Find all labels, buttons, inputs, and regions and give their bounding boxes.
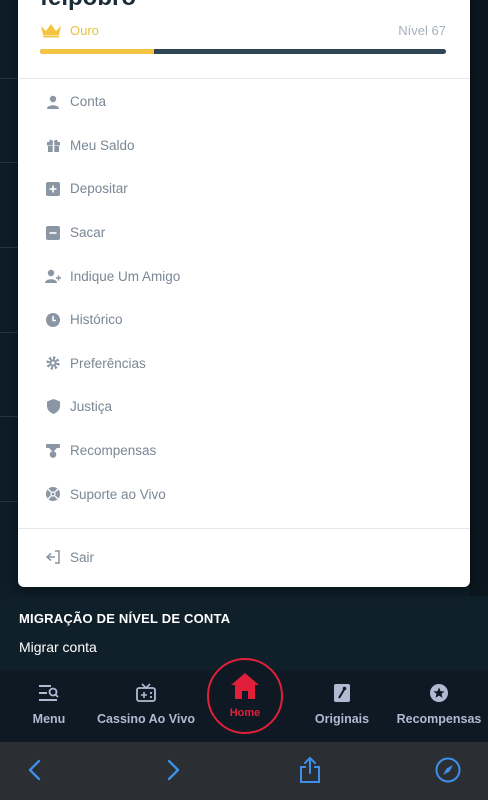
tab-menu[interactable]: Menu (28, 670, 70, 742)
menu-item-justica[interactable]: Justiça (18, 385, 470, 429)
share-icon (298, 756, 322, 789)
menu-item-label: Justiça (70, 399, 113, 415)
menu-item-label: Recompensas (70, 443, 157, 459)
tab-home-label: Home (229, 707, 261, 719)
menu-item-meu-saldo[interactable]: Meu Saldo (18, 124, 470, 168)
vip-level-label: Nível 67 (398, 23, 446, 38)
user-menu: Conta Meu Saldo Depositar Sacar Indique … (18, 80, 470, 516)
logout-button[interactable]: Sair (18, 542, 470, 572)
menu-item-label: Indique Um Amigo (70, 268, 181, 284)
vip-rank-label: Ouro (70, 23, 99, 38)
menu-item-label: Suporte ao Vivo (70, 486, 166, 502)
menu-item-depositar[interactable]: Depositar (18, 167, 470, 211)
username: felpobro (40, 0, 136, 12)
menu-item-label: Meu Saldo (70, 137, 135, 153)
tab-home[interactable]: Home (207, 658, 283, 734)
vip-progress-fill (40, 49, 154, 54)
gear-icon (45, 355, 61, 371)
crown-icon (40, 22, 62, 43)
tab-menu-label: Menu (32, 712, 66, 726)
star-badge-icon (429, 682, 449, 704)
back-button[interactable] (20, 758, 48, 786)
user-icon (45, 94, 61, 110)
vip-status-row: Ouro Nível 67 (40, 20, 446, 44)
menu-item-label: Depositar (70, 181, 128, 197)
menu-item-preferencias[interactable]: Preferências (18, 342, 470, 386)
menu-item-historico[interactable]: Histórico (18, 298, 470, 342)
user-dropdown-panel: felpobro Ouro Nível 67 Conta Meu Saldo (18, 0, 470, 587)
tab-originals[interactable]: Originais (310, 670, 374, 742)
tab-originals-label: Originais (314, 712, 370, 726)
share-button[interactable] (296, 756, 324, 789)
menu-item-label: Conta (70, 94, 107, 110)
shield-icon (45, 399, 61, 415)
menu-item-indique-um-amigo[interactable]: Indique Um Amigo (18, 254, 470, 298)
migration-title: MIGRAÇÃO DE NÍVEL DE CONTA (19, 611, 231, 626)
chevron-left-icon (27, 759, 41, 786)
gift-icon (45, 137, 61, 153)
menu-item-suporte-ao-vivo[interactable]: Suporte ao Vivo (18, 472, 470, 516)
menu-item-label: Preferências (70, 355, 146, 371)
reward-icon (45, 443, 61, 459)
menu-item-conta[interactable]: Conta (18, 80, 470, 124)
tab-rewards[interactable]: Recompensas (394, 670, 484, 742)
compass-button[interactable] (434, 757, 462, 788)
migrate-account-link[interactable]: Migrar conta (19, 639, 97, 655)
originals-icon (332, 682, 352, 704)
menu-item-label: Sacar (70, 225, 106, 241)
tab-rewards-label: Recompensas (396, 712, 482, 726)
browser-toolbar (0, 742, 488, 800)
compass-icon (435, 757, 461, 788)
side-rail (470, 0, 488, 670)
tab-live-casino[interactable]: Cassino Ao Vivo (96, 670, 196, 742)
menu-item-sacar[interactable]: Sacar (18, 211, 470, 255)
support-icon (45, 486, 61, 502)
clock-icon (45, 312, 61, 328)
plus-square-icon (45, 181, 61, 197)
minus-square-icon (45, 225, 61, 241)
user-plus-icon (45, 268, 61, 284)
home-icon (230, 672, 260, 705)
logout-label: Sair (70, 549, 95, 565)
tv-icon (136, 682, 156, 704)
menu-search-icon (39, 682, 59, 704)
logout-icon (45, 549, 61, 565)
vip-progress-bar (40, 49, 446, 54)
forward-button[interactable] (160, 758, 188, 786)
menu-item-label: Histórico (70, 312, 123, 328)
divider (18, 78, 470, 79)
divider (18, 528, 470, 529)
menu-item-recompensas[interactable]: Recompensas (18, 429, 470, 473)
chevron-right-icon (167, 759, 181, 786)
tab-live-casino-label: Cassino Ao Vivo (97, 712, 195, 726)
